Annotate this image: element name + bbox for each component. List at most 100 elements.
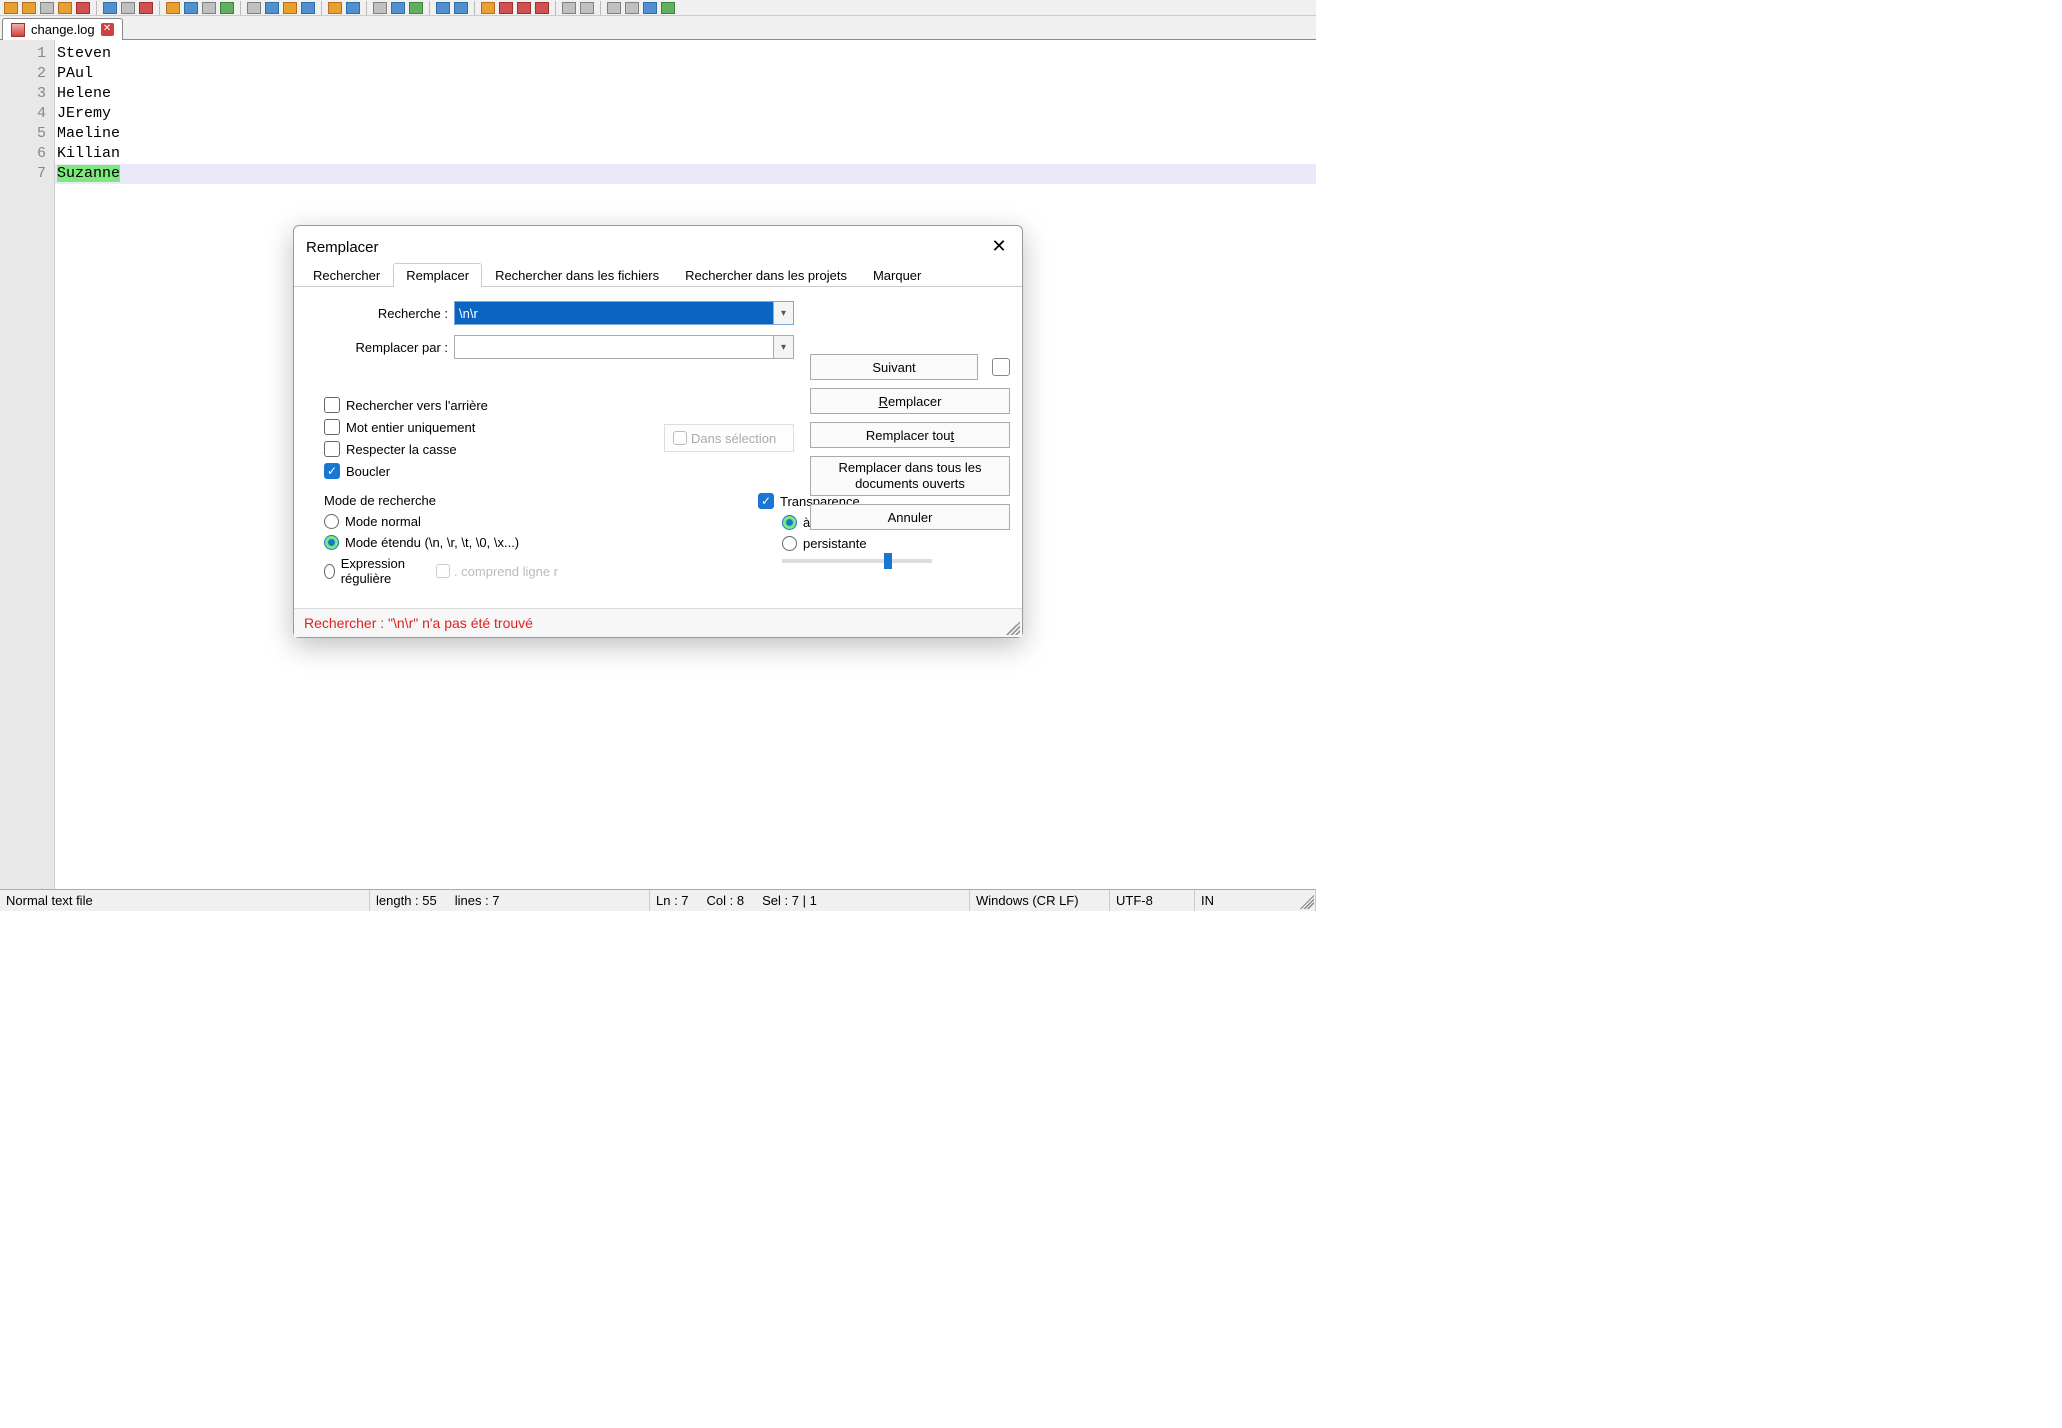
status-eol: Windows (CR LF) [970, 890, 1110, 911]
dialog-close-button[interactable]: ✕ [988, 236, 1010, 258]
toolbar-icon[interactable] [517, 2, 531, 14]
status-encoding: UTF-8 [1110, 890, 1195, 911]
editor-line[interactable]: JEremy [55, 104, 1316, 124]
toolbar-icon[interactable] [661, 2, 675, 14]
toolbar-icon[interactable] [265, 2, 279, 14]
dialog-tabs: Rechercher Remplacer Rechercher dans les… [294, 262, 1022, 287]
radio-icon [782, 515, 797, 530]
search-label: Recherche : [306, 306, 454, 321]
direction-toggle[interactable] [992, 358, 1010, 376]
resize-grip-icon[interactable] [1296, 891, 1314, 909]
editor-line[interactable]: PAul [55, 64, 1316, 84]
cancel-button[interactable]: Annuler [810, 504, 1010, 530]
toolbar-icon[interactable] [40, 2, 54, 14]
file-tab[interactable]: change.log ✕ [2, 18, 123, 40]
toolbar-icon[interactable] [535, 2, 549, 14]
tab-label: change.log [31, 22, 95, 37]
transparency-slider[interactable] [782, 557, 932, 565]
toolbar-icon[interactable] [391, 2, 405, 14]
radio-icon [324, 535, 339, 550]
toolbar-icon[interactable] [166, 2, 180, 14]
tab-mark[interactable]: Marquer [860, 263, 934, 287]
checkbox-icon [324, 441, 340, 457]
editor-line[interactable]: Killian [55, 144, 1316, 164]
toolbar-icon[interactable] [436, 2, 450, 14]
checkbox-icon: ✓ [758, 493, 774, 509]
toolbar [0, 0, 1316, 16]
radio-icon [782, 536, 797, 551]
tab-find-in-projects[interactable]: Rechercher dans les projets [672, 263, 860, 287]
toolbar-icon[interactable] [346, 2, 360, 14]
toolbar-icon[interactable] [283, 2, 297, 14]
toolbar-icon[interactable] [121, 2, 135, 14]
line-number-gutter: 1234567 [0, 40, 55, 889]
editor-line[interactable]: Maeline [55, 124, 1316, 144]
editor-line[interactable]: Suzanne [55, 164, 1316, 184]
toolbar-icon[interactable] [184, 2, 198, 14]
toolbar-icon[interactable] [220, 2, 234, 14]
tab-find-in-files[interactable]: Rechercher dans les fichiers [482, 263, 672, 287]
search-combo[interactable]: ▾ [454, 301, 794, 325]
toolbar-icon[interactable] [58, 2, 72, 14]
toolbar-icon[interactable] [481, 2, 495, 14]
dialog-status-message: Rechercher : "\n\r" n'a pas été trouvé [294, 608, 1022, 637]
toolbar-icon[interactable] [301, 2, 315, 14]
mode-extended[interactable]: Mode étendu (\n, \r, \t, \0, \x...) [324, 535, 558, 550]
toolbar-icon[interactable] [499, 2, 513, 14]
toolbar-icon[interactable] [247, 2, 261, 14]
toolbar-icon[interactable] [643, 2, 657, 14]
mode-regex[interactable]: Expression régulière . comprend ligne r [324, 556, 558, 586]
btn-rest: emplacer [888, 394, 941, 409]
toolbar-icon[interactable] [139, 2, 153, 14]
in-selection-checkbox: Dans sélection [664, 424, 794, 452]
status-length-lines: length : 55 lines : 7 [370, 890, 650, 911]
resize-grip-icon[interactable] [1006, 621, 1020, 635]
checkbox-icon [324, 419, 340, 435]
editor-line[interactable]: Steven [55, 44, 1316, 64]
replace-combo[interactable]: ▾ [454, 335, 794, 359]
tab-bar: change.log ✕ [0, 16, 1316, 40]
editor-line[interactable]: Helene [55, 84, 1316, 104]
checkbox-icon [436, 564, 450, 578]
toolbar-icon[interactable] [607, 2, 621, 14]
toolbar-icon[interactable] [22, 2, 36, 14]
toolbar-icon[interactable] [328, 2, 342, 14]
checkbox-icon [324, 397, 340, 413]
toolbar-icon[interactable] [103, 2, 117, 14]
toolbar-icon[interactable] [76, 2, 90, 14]
toolbar-icon[interactable] [580, 2, 594, 14]
status-cursor: Ln : 7 Col : 8 Sel : 7 | 1 [650, 890, 970, 911]
dropdown-icon[interactable]: ▾ [773, 302, 793, 324]
search-mode-title: Mode de recherche [324, 493, 558, 508]
radio-icon [324, 564, 335, 579]
toolbar-icon[interactable] [562, 2, 576, 14]
replace-all-open-button[interactable]: Remplacer dans tous les documents ouvert… [810, 456, 1010, 496]
toolbar-icon[interactable] [625, 2, 639, 14]
slider-thumb[interactable] [884, 553, 892, 569]
replace-button[interactable]: Remplacer [810, 388, 1010, 414]
mode-normal[interactable]: Mode normal [324, 514, 558, 529]
tab-replace[interactable]: Remplacer [393, 263, 482, 287]
checkbox-icon [673, 431, 687, 445]
tab-search[interactable]: Rechercher [300, 263, 393, 287]
find-next-button[interactable]: Suivant [810, 354, 978, 380]
file-icon [11, 23, 25, 37]
close-tab-icon[interactable]: ✕ [101, 23, 114, 36]
replace-label: Remplacer par : [306, 340, 454, 355]
toolbar-icon[interactable] [373, 2, 387, 14]
replace-dialog: Remplacer ✕ Rechercher Remplacer Recherc… [293, 225, 1023, 638]
status-bar: Normal text file length : 55 lines : 7 L… [0, 889, 1316, 911]
status-filetype: Normal text file [0, 890, 370, 911]
toolbar-icon[interactable] [202, 2, 216, 14]
checkbox-icon: ✓ [324, 463, 340, 479]
toolbar-icon[interactable] [409, 2, 423, 14]
transparency-persistent[interactable]: persistante [782, 536, 992, 551]
search-input[interactable] [455, 302, 773, 324]
toolbar-icon[interactable] [4, 2, 18, 14]
radio-icon [324, 514, 339, 529]
replace-all-button[interactable]: Remplacer tout [810, 422, 1010, 448]
replace-input[interactable] [455, 336, 773, 358]
toolbar-icon[interactable] [454, 2, 468, 14]
dropdown-icon[interactable]: ▾ [773, 336, 793, 358]
dialog-title: Remplacer [306, 239, 379, 256]
